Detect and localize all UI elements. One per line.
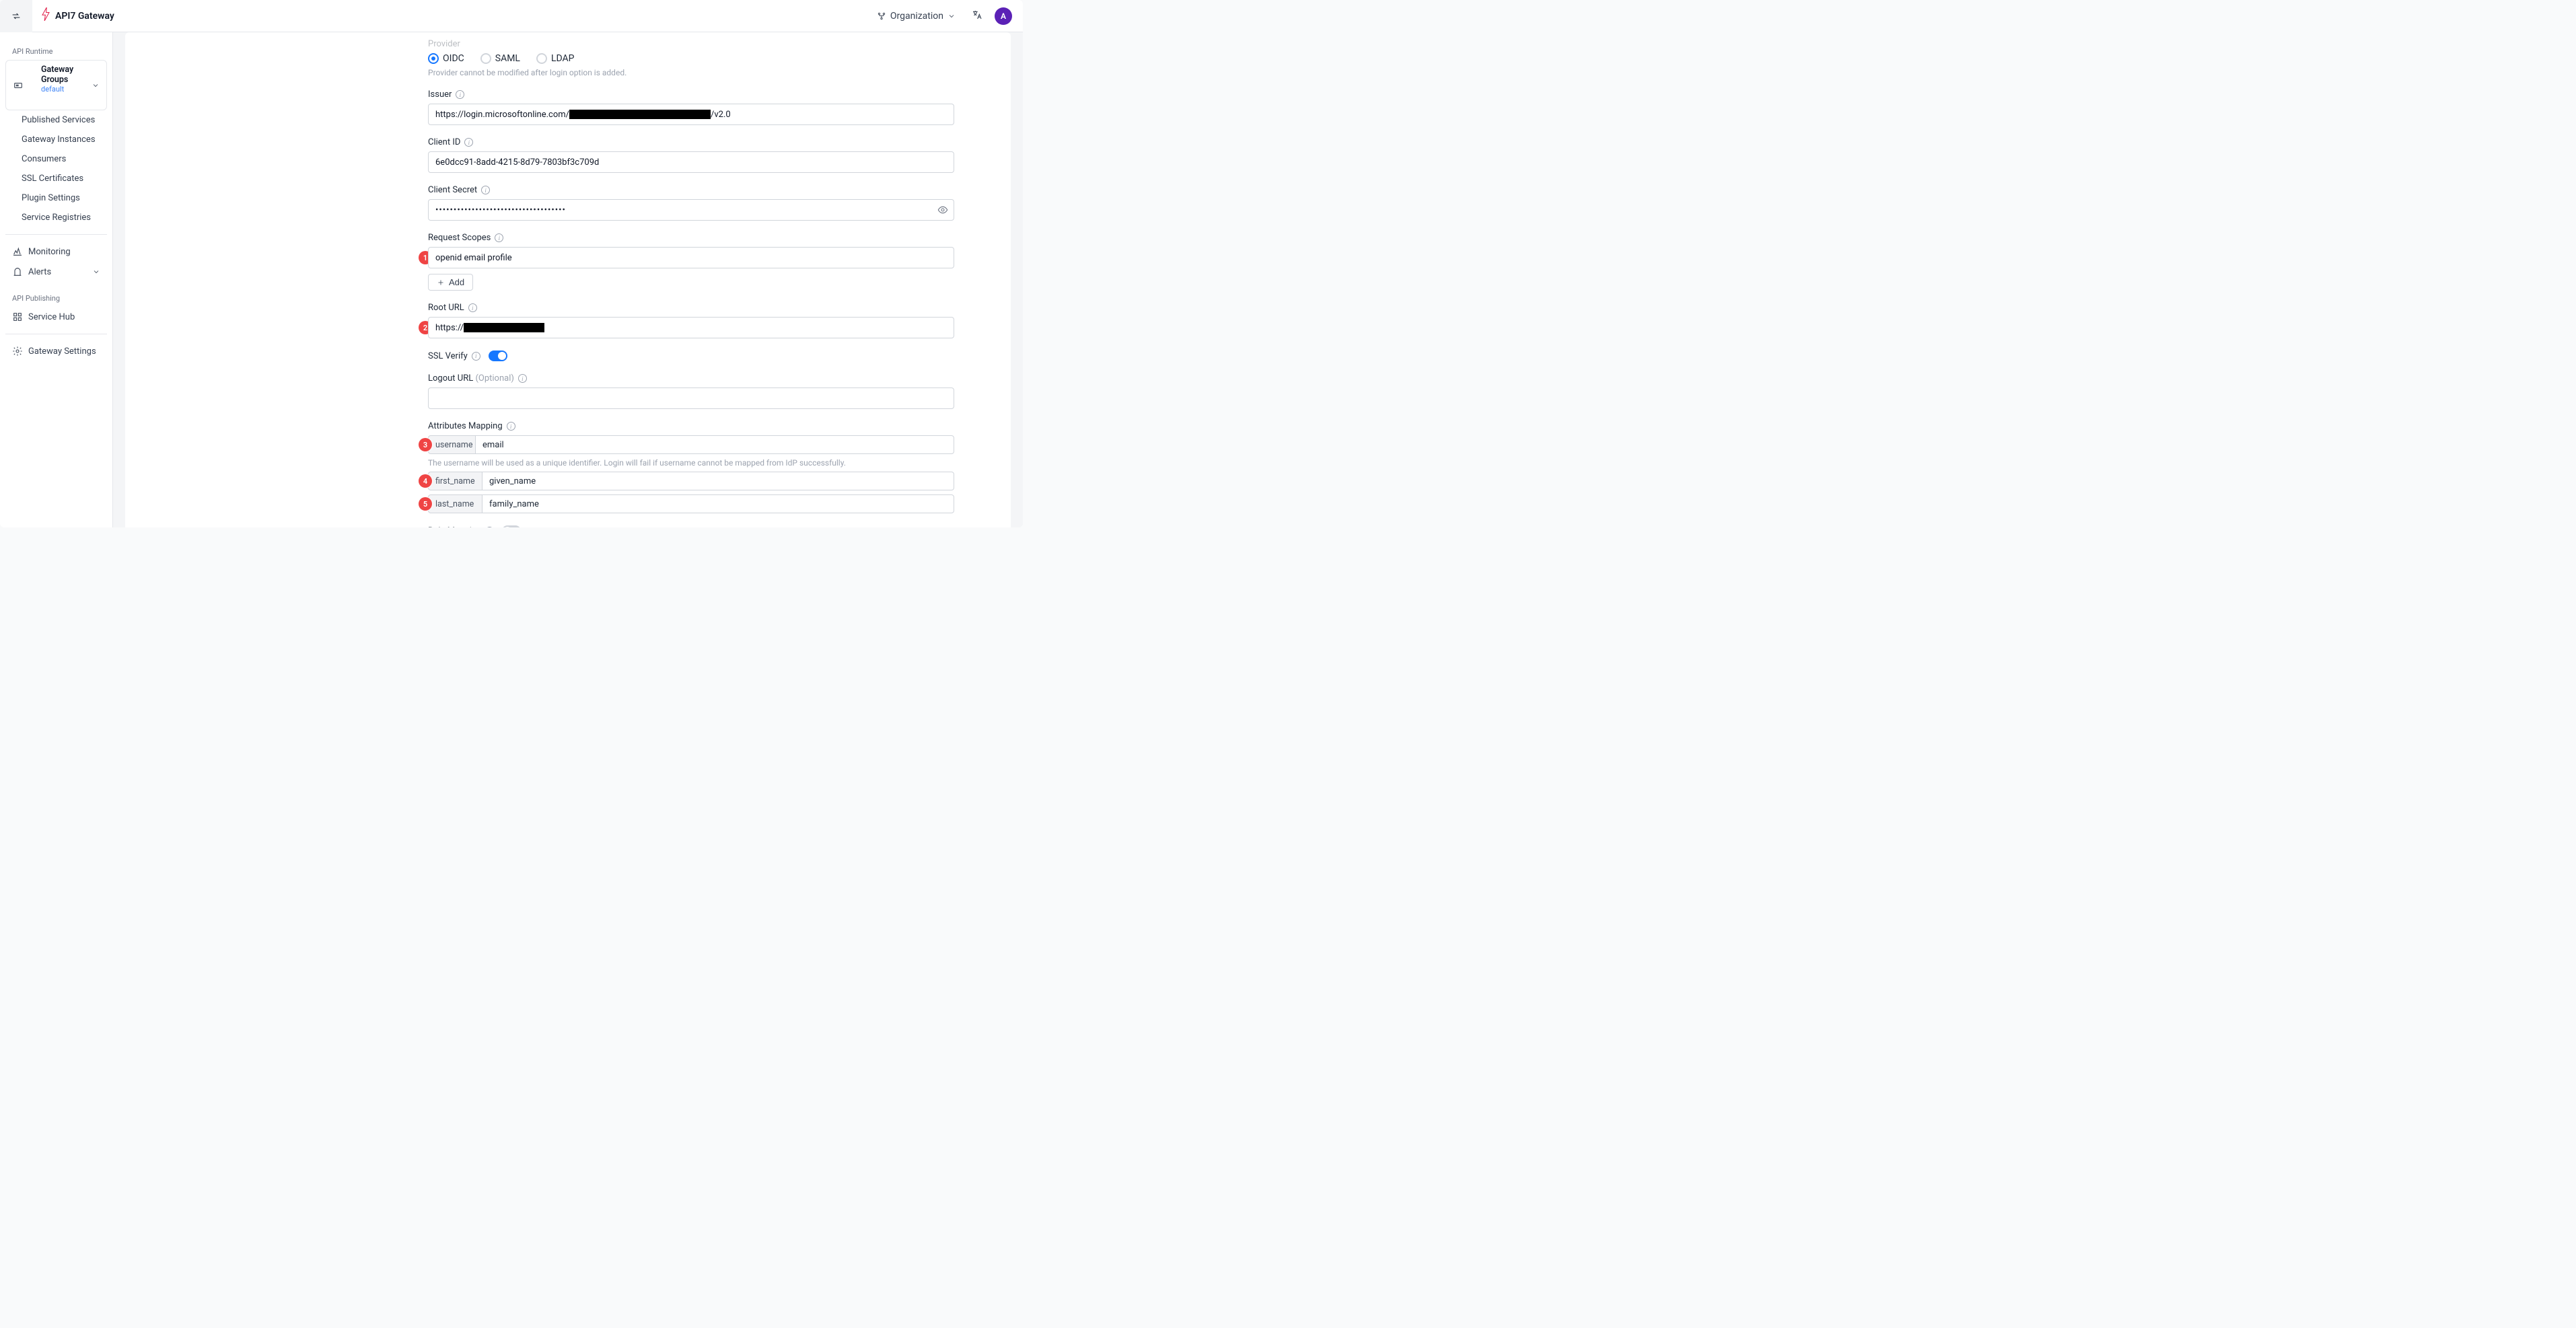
ssl-verify-toggle[interactable] [489, 351, 507, 361]
eye-icon[interactable] [937, 205, 948, 218]
sidebar-item-service-registries[interactable]: Service Registries [5, 208, 107, 227]
root-url-input[interactable]: https:// [428, 317, 954, 338]
sidebar-item-plugin-settings[interactable]: Plugin Settings [5, 188, 107, 208]
sidebar-item-published-services[interactable]: Published Services [5, 110, 107, 130]
attr-username-row: 3 username email [428, 435, 954, 454]
brand-logo-icon [40, 7, 51, 24]
sidebar-item-monitoring[interactable]: Monitoring [5, 242, 107, 262]
chevron-down-icon [947, 12, 956, 20]
info-icon[interactable]: i [507, 422, 515, 431]
info-icon[interactable]: i [456, 90, 464, 99]
attr-username-note: The username will be used as a unique id… [428, 458, 989, 468]
sidebar-item-alerts[interactable]: Alerts [5, 262, 107, 282]
chevron-down-icon [92, 268, 100, 276]
role-map-toggle[interactable] [502, 525, 521, 527]
radio-icon [428, 53, 439, 64]
attr-username-key: username [428, 435, 475, 454]
translate-icon [972, 9, 982, 20]
sidebar-item-service-hub[interactable]: Service Hub [5, 307, 107, 327]
org-label: Organization [890, 11, 943, 22]
gear-icon [12, 346, 23, 357]
radio-oidc[interactable]: OIDC [428, 53, 464, 64]
organization-dropdown[interactable]: Organization [877, 11, 956, 22]
annotation-badge-5: 5 [419, 497, 432, 511]
client-id-label: Client ID [428, 137, 460, 147]
sidebar-collapse-button[interactable] [0, 0, 32, 32]
annotation-badge-3: 3 [419, 438, 432, 451]
attr-last-input[interactable]: family_name [482, 494, 954, 513]
section-publishing: API Publishing [5, 289, 107, 307]
issuer-input[interactable]: https://login.microsoftonline.com//v2.0 [428, 104, 954, 125]
ssl-verify-label: SSL Verify [428, 351, 468, 361]
sidebar-item-ssl-certificates[interactable]: SSL Certificates [5, 169, 107, 188]
client-secret-input[interactable]: •••••••••••••••••••••••••••••••••••• [428, 199, 954, 221]
attr-map-label: Attributes Mapping [428, 421, 503, 431]
monitoring-icon [12, 246, 23, 257]
provider-label: Provider [428, 39, 989, 49]
annotation-badge-4: 4 [419, 474, 432, 488]
radio-saml[interactable]: SAML [480, 53, 520, 64]
attr-first-key: first_name [428, 472, 482, 490]
radio-icon [480, 53, 491, 64]
client-id-input[interactable]: 6e0dcc91-8add-4215-8d79-7803bf3c709d [428, 151, 954, 173]
org-icon [877, 11, 886, 21]
root-url-label: Root URL [428, 303, 464, 313]
attr-first-input[interactable]: given_name [482, 472, 954, 490]
issuer-label: Issuer [428, 89, 452, 100]
scopes-add-button[interactable]: Add [428, 274, 473, 291]
sidebar-item-gateway-settings[interactable]: Gateway Settings [5, 341, 107, 361]
sidebar: API Runtime Gateway Groups default Publi… [0, 32, 113, 527]
info-icon[interactable]: i [495, 233, 503, 242]
info-icon[interactable]: i [468, 303, 477, 312]
section-runtime: API Runtime [5, 42, 107, 60]
brand: API7 Gateway [40, 7, 114, 24]
brand-name: API7 Gateway [55, 11, 114, 22]
info-icon[interactable]: i [472, 352, 480, 361]
role-map-label: Role Mapping [428, 526, 481, 528]
redacted-root-url [464, 323, 544, 332]
logout-url-input[interactable] [428, 388, 954, 409]
scopes-input[interactable]: openid email profile [428, 247, 954, 268]
redacted-tenant [569, 110, 711, 119]
service-hub-icon [12, 311, 23, 322]
user-avatar[interactable]: A [995, 7, 1012, 25]
sidebar-item-gateway-instances[interactable]: Gateway Instances [5, 130, 107, 149]
radio-icon [536, 53, 547, 64]
group-sub: default [41, 85, 74, 94]
info-icon[interactable]: i [485, 527, 494, 528]
plus-icon [437, 279, 445, 287]
sidebar-item-consumers[interactable]: Consumers [5, 149, 107, 169]
alerts-icon [12, 266, 23, 277]
language-button[interactable] [972, 9, 982, 23]
scopes-label: Request Scopes [428, 233, 491, 243]
form-card: Provider OIDC SAML LDAP Provider cannot … [125, 32, 1011, 527]
client-secret-label: Client Secret [428, 185, 477, 195]
avatar-initial: A [1001, 11, 1006, 21]
group-title: Gateway Groups [41, 65, 74, 85]
attr-last-key: last_name [428, 494, 482, 513]
info-icon[interactable]: i [518, 374, 527, 383]
info-icon[interactable]: i [464, 138, 473, 147]
info-icon[interactable]: i [481, 186, 490, 194]
logout-url-label: Logout URL (Optional) [428, 373, 514, 383]
server-icon [13, 80, 24, 91]
attr-username-input[interactable]: email [475, 435, 954, 454]
attr-first-row: 4 first_name given_name [428, 472, 954, 490]
radio-ldap[interactable]: LDAP [536, 53, 575, 64]
attr-last-row: 5 last_name family_name [428, 494, 954, 513]
swap-icon [11, 11, 22, 22]
chevron-down-icon [92, 81, 100, 89]
provider-note: Provider cannot be modified after login … [428, 68, 989, 77]
sidebar-gateway-groups[interactable]: Gateway Groups default [5, 60, 107, 110]
